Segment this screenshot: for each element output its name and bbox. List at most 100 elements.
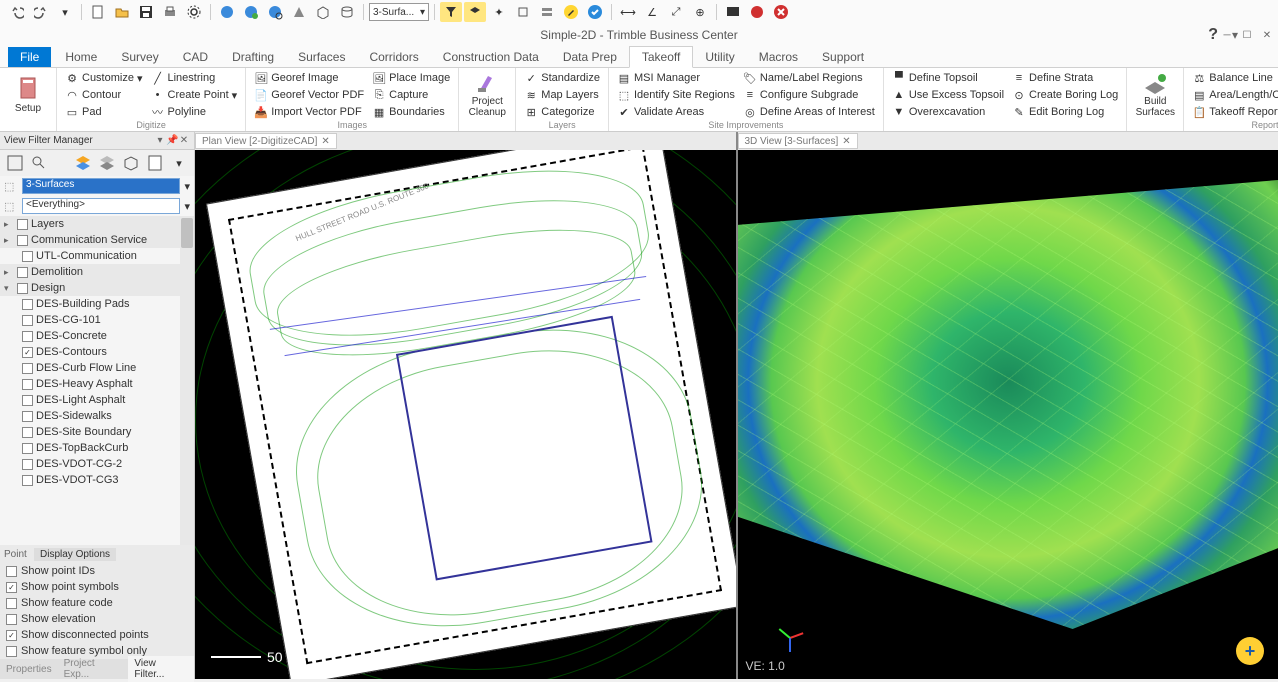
create-point-button[interactable]: •Create Point ▾ [149,87,240,103]
tree-layer-item[interactable]: DES-VDOT-CG-2 [0,456,194,472]
balance-line-button[interactable]: ⚖Balance Line [1190,70,1278,86]
scrollbar-thumb[interactable] [181,218,193,248]
standardize-button[interactable]: ✓Standardize [522,70,602,86]
tab-corridors[interactable]: Corridors [357,47,430,67]
identify-site-regions-button[interactable]: ⬚Identify Site Regions [615,87,737,103]
qat-globe-green-icon[interactable] [240,2,262,22]
georef-vector-pdf-button[interactable]: 📄Georef Vector PDF [252,87,366,103]
plan-view-close-icon[interactable]: ✕ [321,136,329,147]
tool-sheet-icon[interactable] [144,152,166,174]
tool-more-icon[interactable]: ▾ [168,152,190,174]
qat-edit-blue-icon[interactable] [584,2,606,22]
tree-layer-item[interactable]: ✓DES-Contours [0,344,194,360]
tree-layer-item[interactable]: DES-Building Pads [0,296,194,312]
qat-measure-icon[interactable]: ⤢ [665,2,687,22]
qat-compass-icon[interactable]: ⊕ [689,2,711,22]
display-option-row[interactable]: Show elevation [0,611,194,627]
use-excess-topsoil-button[interactable]: ▲Use Excess Topsoil [890,87,1006,103]
tab-utility[interactable]: Utility [693,47,746,67]
tool-search-icon[interactable] [28,152,50,174]
surface-dropdown[interactable]: 3-Surfa...▾ [369,3,429,21]
add-fab-button[interactable]: + [1236,637,1264,665]
qat-pencil-yellow-icon[interactable] [560,2,582,22]
qat-cylinder-icon[interactable] [336,2,358,22]
create-boring-log-button[interactable]: ⊙Create Boring Log [1010,87,1120,103]
help-icon[interactable]: ? [1208,26,1218,44]
georef-image-button[interactable]: 🖼Georef Image [252,70,366,86]
qat-filter-yellow-icon[interactable] [440,2,462,22]
qat-settings-icon[interactable] [183,2,205,22]
qat-undo-icon[interactable] [6,2,28,22]
qat-screen-icon[interactable] [722,2,744,22]
plan-view-canvas[interactable]: HULL STREET ROAD U.S. ROUTE 360 50 ft [195,150,736,679]
capture-button[interactable]: ⎘Capture [370,87,452,103]
tree-layer-item[interactable]: DES-Site Boundary [0,424,194,440]
overexcavation-button[interactable]: ▼Overexcavation [890,104,1006,120]
takeoff-report-button[interactable]: 📋Takeoff Report [1190,104,1278,120]
tree-layer-item[interactable]: DES-CG-101 [0,312,194,328]
qat-globe-search-icon[interactable] [264,2,286,22]
tab-drafting[interactable]: Drafting [220,47,286,67]
tree-layer-item[interactable]: DES-Concrete [0,328,194,344]
tab-survey[interactable]: Survey [109,47,170,67]
map-layers-button[interactable]: ≋Map Layers [522,87,602,103]
axis-gizmo[interactable] [778,625,804,651]
tree-group[interactable]: ▾Design [0,280,194,296]
3d-view-tab[interactable]: 3D View [3-Surfaces] ✕ [738,133,858,149]
surface-select-dd-icon[interactable]: ▾ [184,180,190,193]
tool-stack-gray-icon[interactable] [96,152,118,174]
tab-macros[interactable]: Macros [747,47,810,67]
tree-layer-item[interactable]: DES-Light Asphalt [0,392,194,408]
setup-button[interactable]: Setup [6,70,50,118]
qat-pointer-icon[interactable]: ▾ [54,2,76,22]
tool-cube-icon[interactable] [120,152,142,174]
qat-layers-yellow-icon[interactable] [464,2,486,22]
plan-view-tab[interactable]: Plan View [2-DigitizeCAD] ✕ [195,133,337,149]
display-option-row[interactable]: Show point IDs [0,563,194,579]
place-image-button[interactable]: 🖼Place Image [370,70,452,86]
msi-manager-button[interactable]: ▤MSI Manager [615,70,737,86]
3d-view-close-icon[interactable]: ✕ [842,136,850,147]
tab-home[interactable]: Home [53,47,109,67]
display-option-row[interactable]: Show feature code [0,595,194,611]
tree-layer-item[interactable]: DES-Curb Flow Line [0,360,194,376]
name-label-regions-button[interactable]: 🏷Name/Label Regions [741,70,877,86]
tree-layer-item[interactable]: DES-Sidewalks [0,408,194,424]
qat-open-icon[interactable] [111,2,133,22]
categorize-button[interactable]: ⊞Categorize [522,104,602,120]
tab-file[interactable]: File [8,47,51,67]
bottom-tab-project-explorer[interactable]: Project Exp... [58,656,129,682]
tool-stack-color-icon[interactable] [72,152,94,174]
build-surfaces-button[interactable]: Build Surfaces [1133,70,1177,118]
qat-record-icon[interactable] [746,2,768,22]
validate-areas-button[interactable]: ✔Validate Areas [615,104,737,120]
layer-tree[interactable]: ▸Layers▸Communication ServiceUTL-Communi… [0,216,194,545]
qat-redo-icon[interactable] [30,2,52,22]
bottom-tab-properties[interactable]: Properties [0,662,58,677]
qat-dim-icon[interactable]: ⟷ [617,2,639,22]
filter-select-dd-icon[interactable]: ▾ [184,200,190,213]
maximize-icon[interactable]: ☐ [1240,28,1254,42]
define-strata-button[interactable]: ≡Define Strata [1010,70,1120,86]
import-vector-pdf-button[interactable]: 📥Import Vector PDF [252,104,366,120]
qat-cone-icon[interactable] [288,2,310,22]
display-option-row[interactable]: ✓Show point symbols [0,579,194,595]
qat-stack-icon[interactable] [536,2,558,22]
tree-layer-item[interactable]: DES-TopBackCurb [0,440,194,456]
polyline-button[interactable]: 〰Polyline [149,104,240,120]
tab-data-prep[interactable]: Data Prep [551,47,629,67]
tab-surfaces[interactable]: Surfaces [286,47,357,67]
tree-group[interactable]: ▸Communication Service [0,232,194,248]
configure-subgrade-button[interactable]: ≡Configure Subgrade [741,87,877,103]
tab-cad[interactable]: CAD [171,47,220,67]
qat-new-icon[interactable] [87,2,109,22]
project-cleanup-button[interactable]: Project Cleanup [465,70,509,118]
pad-button[interactable]: ▭Pad [63,104,145,120]
display-option-row[interactable]: ✓Show disconnected points [0,627,194,643]
3d-view-canvas[interactable]: VE: 1.0 + [738,150,1278,679]
qat-print-icon[interactable] [159,2,181,22]
qat-globe-blue-icon[interactable] [216,2,238,22]
tree-group[interactable]: ▸Demolition [0,264,194,280]
filter-select[interactable]: <Everything> [22,198,180,214]
edit-boring-log-button[interactable]: ✎Edit Boring Log [1010,104,1120,120]
